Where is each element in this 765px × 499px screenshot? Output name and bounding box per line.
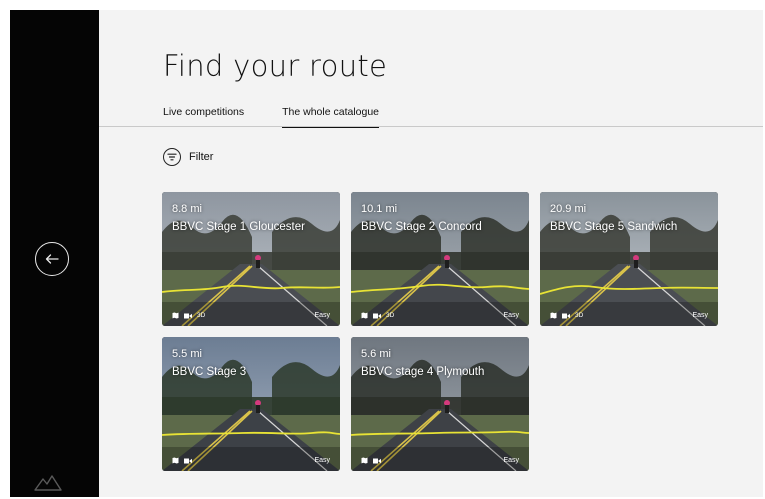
3d-badge: 3D bbox=[575, 312, 584, 319]
video-icon bbox=[184, 458, 192, 464]
route-name: BBVC stage 4 Plymouth bbox=[361, 366, 485, 378]
route-distance: 10.1 mi bbox=[361, 203, 398, 215]
mountain-logo-icon bbox=[34, 475, 62, 491]
route-distance: 8.8 mi bbox=[172, 203, 202, 215]
map-icon bbox=[172, 457, 179, 464]
filter-label: Filter bbox=[189, 151, 214, 163]
route-difficulty: Easy bbox=[503, 457, 519, 464]
route-card[interactable]: 10.1 mi BBVC Stage 2 Concord 3D Easy bbox=[351, 192, 529, 326]
route-difficulty: Easy bbox=[503, 312, 519, 319]
route-card[interactable]: 5.5 mi BBVC Stage 3 Easy bbox=[162, 337, 340, 471]
route-card[interactable]: 8.8 mi BBVC Stage 1 Gloucester 3D Easy bbox=[162, 192, 340, 326]
page-title: Find your route bbox=[163, 49, 388, 83]
sidebar bbox=[10, 10, 99, 497]
route-difficulty: Easy bbox=[314, 457, 330, 464]
route-features: 3D bbox=[550, 312, 583, 319]
back-button[interactable] bbox=[35, 242, 69, 276]
tab-bar: Live competitions The whole catalogue bbox=[163, 106, 417, 128]
header-divider bbox=[99, 126, 763, 127]
route-name: BBVC Stage 2 Concord bbox=[361, 221, 482, 233]
route-features: 3D bbox=[172, 312, 205, 319]
3d-badge: 3D bbox=[197, 312, 206, 319]
video-icon bbox=[184, 313, 192, 319]
route-name: BBVC Stage 1 Gloucester bbox=[172, 221, 305, 233]
app-window: Find your route Live competitions The wh… bbox=[10, 10, 763, 497]
map-icon bbox=[172, 312, 179, 319]
filter-icon bbox=[163, 148, 181, 166]
filter-button[interactable]: Filter bbox=[163, 148, 213, 166]
route-name: BBVC Stage 5 Sandwich bbox=[550, 221, 678, 233]
3d-badge: 3D bbox=[386, 312, 395, 319]
video-icon bbox=[373, 313, 381, 319]
map-icon bbox=[361, 312, 368, 319]
route-difficulty: Easy bbox=[692, 312, 708, 319]
route-difficulty: Easy bbox=[314, 312, 330, 319]
map-icon bbox=[361, 457, 368, 464]
video-icon bbox=[562, 313, 570, 319]
route-card[interactable]: 5.6 mi BBVC stage 4 Plymouth Easy bbox=[351, 337, 529, 471]
route-features bbox=[361, 457, 386, 464]
route-distance: 5.6 mi bbox=[361, 348, 391, 360]
route-distance: 20.9 mi bbox=[550, 203, 587, 215]
route-name: BBVC Stage 3 bbox=[172, 366, 247, 378]
video-icon bbox=[373, 458, 381, 464]
arrow-left-icon bbox=[45, 254, 59, 264]
tab-live-competitions[interactable]: Live competitions bbox=[163, 106, 244, 128]
route-features: 3D bbox=[361, 312, 394, 319]
route-features bbox=[172, 457, 197, 464]
map-icon bbox=[550, 312, 557, 319]
route-card[interactable]: 20.9 mi BBVC Stage 5 Sandwich 3D Easy bbox=[540, 192, 718, 326]
tab-whole-catalogue[interactable]: The whole catalogue bbox=[282, 106, 380, 128]
route-distance: 5.5 mi bbox=[172, 348, 202, 360]
